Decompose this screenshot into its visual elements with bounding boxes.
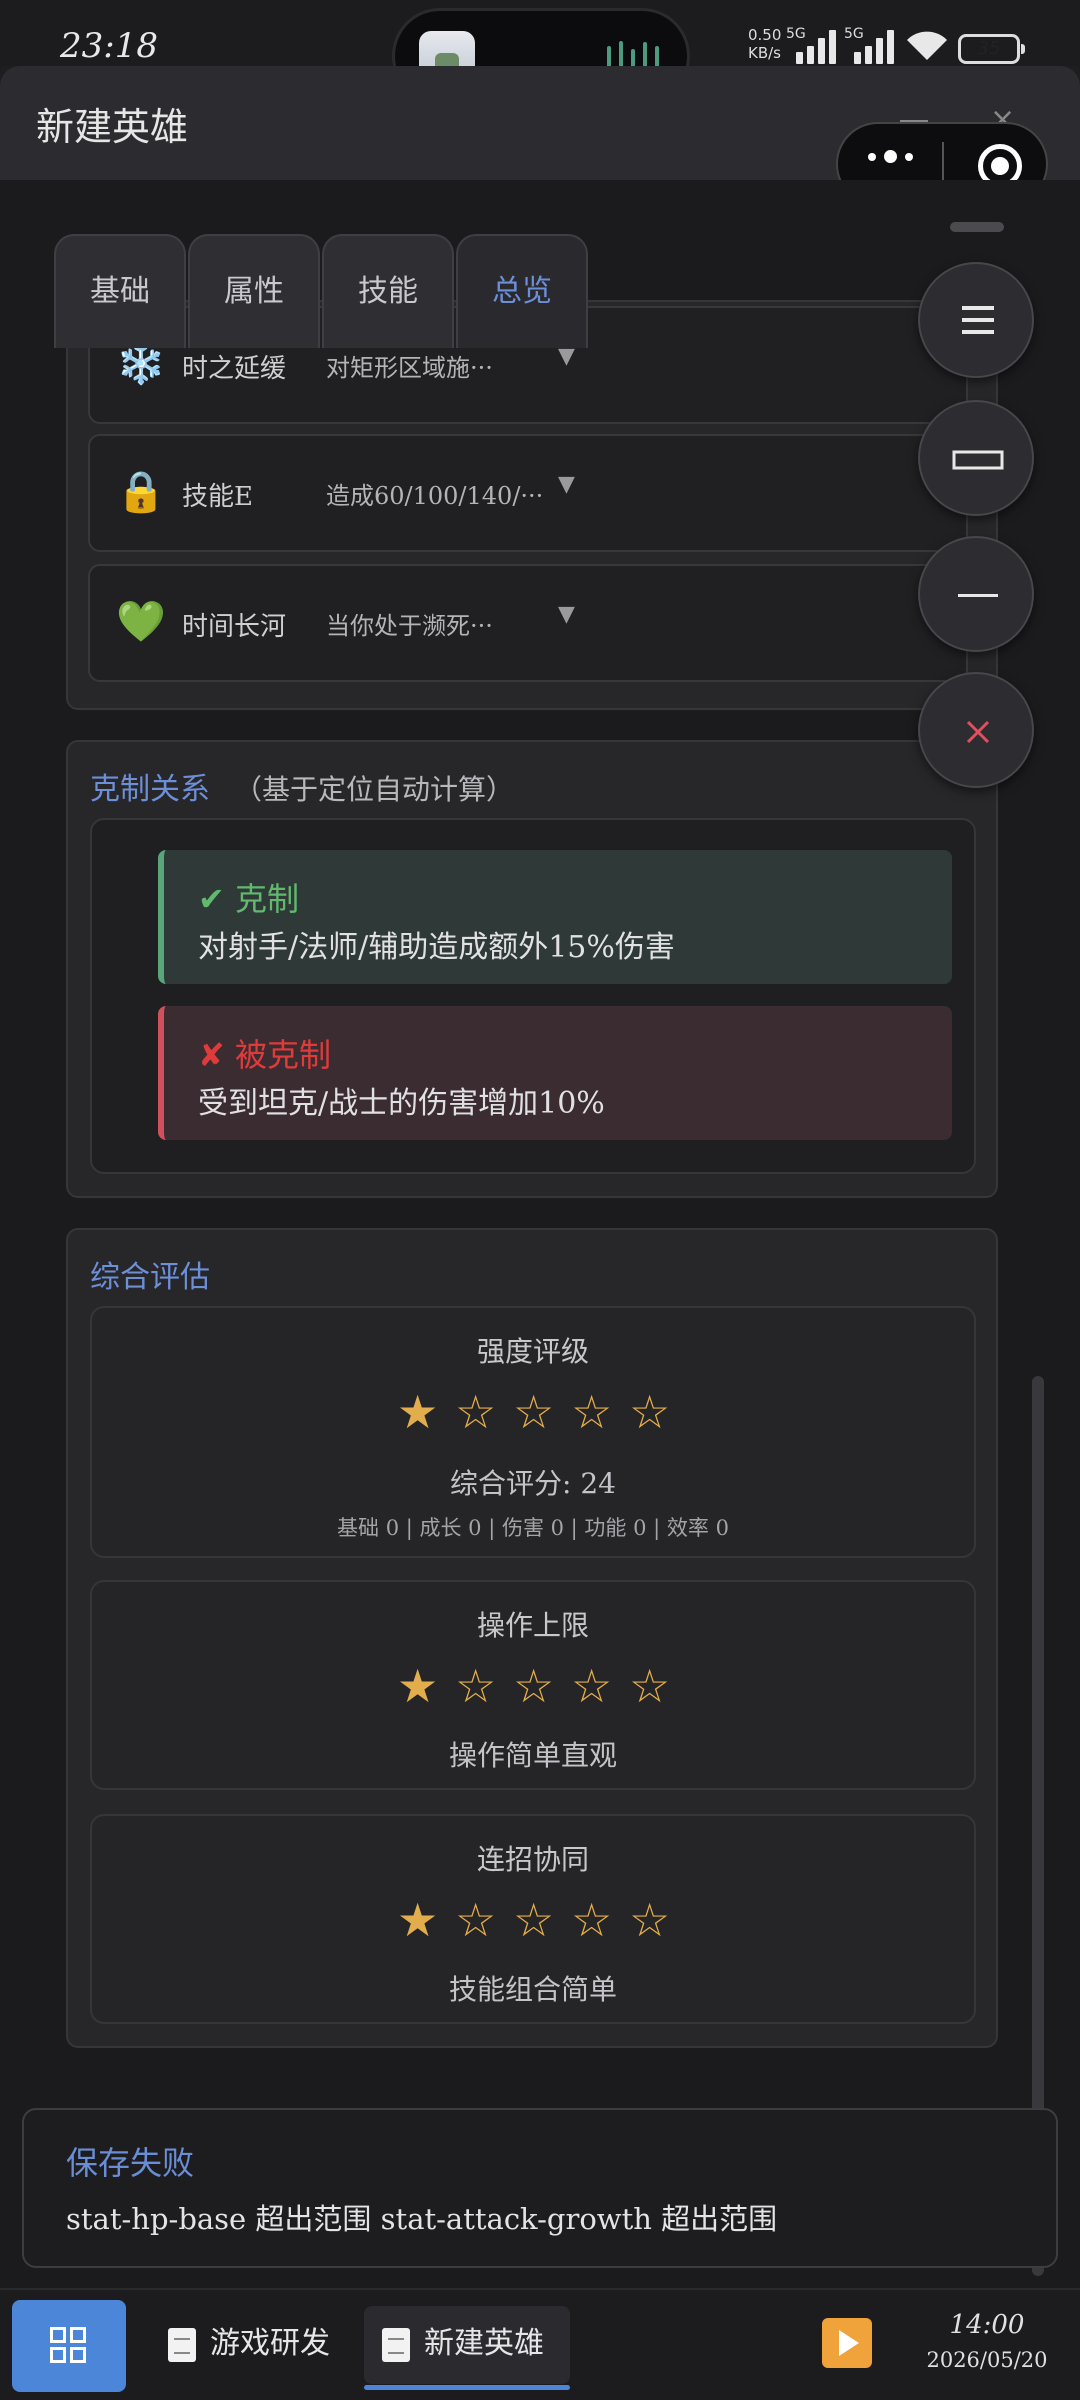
star-filled-icon: ★ [397, 1893, 439, 1947]
tab-basic[interactable]: 基础 [54, 234, 186, 348]
minimize-icon [958, 594, 998, 597]
difficulty-desc: 操作简单直观 [448, 1739, 617, 1772]
toast-title: 保存失败 [66, 2144, 195, 2182]
start-grid-icon [50, 2327, 86, 2363]
skill-desc: 造成60/100/140/··· [326, 482, 544, 510]
tab-overview[interactable]: 总览 [456, 234, 588, 348]
star-empty-icon: ☆ [455, 1893, 497, 1947]
counter-weak-title: ✘ 被克制 [198, 1036, 331, 1074]
tab-skills[interactable]: 技能 [322, 234, 454, 348]
battery-icon: 35 [958, 34, 1025, 64]
taskbar-date: 2026/05/20 [926, 2348, 1048, 2372]
green-heart-icon: 💚 [116, 599, 166, 645]
close-fab[interactable] [918, 672, 1034, 788]
skill-name: 时之延缓 [182, 354, 287, 384]
maximize-icon [952, 450, 1004, 470]
signal-1-icon [796, 30, 836, 64]
evaluation-panel: 综合评估 强度评级 ★ ☆ ☆ ☆ ☆ 综合评分: 24 基础 0 | 成长 0 | 伤… [66, 1228, 998, 2048]
combo-stars: ★ ☆ ☆ ☆ ☆ [92, 1894, 974, 1946]
strength-stars: ★ ☆ ☆ ☆ ☆ [92, 1386, 974, 1438]
counter-strong-desc: 对射手/法师/辅助造成额外15%伤害 [198, 930, 675, 965]
more-icon[interactable] [868, 150, 913, 163]
menu-icon [962, 306, 994, 334]
strength-rating: 强度评级 ★ ☆ ☆ ☆ ☆ 综合评分: 24 基础 0 | 成长 0 | 伤害 0 |… [90, 1306, 976, 1558]
combo-title: 连招协同 [476, 1843, 589, 1876]
star-empty-icon: ☆ [629, 1893, 671, 1947]
document-icon [382, 2328, 410, 2362]
network-speed: 0.50 KB/s [748, 26, 782, 62]
chevron-down-icon[interactable]: ▼ [558, 472, 575, 497]
evaluation-title: 综合评估 [90, 1260, 210, 1295]
lock-icon: 🔒 [116, 469, 166, 515]
difficulty-rating: 操作上限 ★ ☆ ☆ ☆ ☆ 操作简单直观 [90, 1580, 976, 1790]
skill-name: 技能E [182, 482, 253, 512]
star-empty-icon: ☆ [513, 1893, 555, 1947]
strength-title: 强度评级 [476, 1335, 589, 1368]
signal-2-icon [854, 30, 894, 64]
tab-attributes[interactable]: 属性 [188, 234, 320, 348]
star-empty-icon: ☆ [513, 1659, 555, 1713]
combo-desc: 技能组合简单 [448, 1973, 617, 2006]
star-empty-icon: ☆ [571, 1385, 613, 1439]
counter-panel: 克制关系 （基于定位自动计算） ✔ 克制 对射手/法师/辅助造成额外15%伤害 ✘… [66, 740, 998, 1198]
star-empty-icon: ☆ [571, 1659, 613, 1713]
star-filled-icon: ★ [397, 1385, 439, 1439]
minimize-fab[interactable] [918, 536, 1034, 652]
skill-desc: 对矩形区域施··· [326, 354, 493, 382]
window-title: 新建英雄 [36, 105, 189, 149]
taskbar-time: 14:00 [949, 2310, 1025, 2340]
skill-name: 时间长河 [182, 612, 287, 642]
counter-strong-box: ✔ 克制 对射手/法师/辅助造成额外15%伤害 [158, 850, 952, 984]
difficulty-stars: ★ ☆ ☆ ☆ ☆ [92, 1660, 974, 1712]
wifi-icon [907, 31, 947, 60]
status-bar: 23:18 0.50 KB/s 5G 5G 35 [0, 0, 1080, 104]
counter-weak-box: ✘ 被克制 受到坦克/战士的伤害增加10% [158, 1006, 952, 1140]
menu-fab[interactable] [918, 262, 1034, 378]
taskbar-item-new-hero[interactable]: 新建英雄 [364, 2306, 570, 2390]
skill-row[interactable]: 🔒 技能E 造成60/100/140/··· ▼ [88, 434, 968, 552]
star-empty-icon: ☆ [571, 1893, 613, 1947]
chevron-down-icon[interactable]: ▼ [558, 602, 575, 627]
strength-score: 综合评分: 24 [450, 1467, 616, 1500]
counter-title: 克制关系 （基于定位自动计算） [90, 772, 515, 807]
toast-message: stat-hp-base 超出范围 stat-attack-growth 超出范… [66, 2202, 778, 2236]
tab-bar: 基础 属性 技能 总览 [54, 234, 588, 348]
difficulty-title: 操作上限 [476, 1609, 589, 1642]
taskbar-clock[interactable]: 14:00 2026/05/20 [912, 2310, 1062, 2372]
strength-breakdown: 基础 0 | 成长 0 | 伤害 0 | 功能 0 | 效率 0 [337, 1516, 729, 1540]
star-empty-icon: ☆ [455, 1385, 497, 1439]
document-icon [168, 2328, 196, 2362]
media-play-icon[interactable] [822, 2318, 872, 2368]
star-filled-icon: ★ [397, 1659, 439, 1713]
star-empty-icon: ☆ [455, 1659, 497, 1713]
close-icon [966, 720, 990, 744]
skill-row[interactable]: 💚 时间长河 当你处于濒死··· ▼ [88, 564, 968, 682]
counter-inner: ✔ 克制 对射手/法师/辅助造成额外15%伤害 ✘ 被克制 受到坦克/战士的伤害… [90, 818, 976, 1174]
star-empty-icon: ☆ [629, 1659, 671, 1713]
counter-weak-desc: 受到坦克/战士的伤害增加10% [198, 1086, 605, 1121]
combo-rating: 连招协同 ★ ☆ ☆ ☆ ☆ 技能组合简单 [90, 1814, 976, 2024]
drag-handle[interactable] [950, 222, 1004, 232]
counter-note: （基于定位自动计算） [234, 773, 515, 806]
maximize-fab[interactable] [918, 400, 1034, 516]
star-empty-icon: ☆ [629, 1385, 671, 1439]
start-button[interactable] [12, 2300, 126, 2392]
skill-desc: 当你处于濒死··· [326, 612, 493, 640]
error-toast: 保存失败 stat-hp-base 超出范围 stat-attack-growt… [22, 2108, 1058, 2268]
taskbar-item-game-dev[interactable]: 游戏研发 [150, 2306, 346, 2384]
status-time: 23:18 [60, 26, 158, 66]
taskbar: 游戏研发 新建英雄 14:00 2026/05/20 [0, 2288, 1080, 2400]
counter-strong-title: ✔ 克制 [198, 880, 299, 918]
star-empty-icon: ☆ [513, 1385, 555, 1439]
